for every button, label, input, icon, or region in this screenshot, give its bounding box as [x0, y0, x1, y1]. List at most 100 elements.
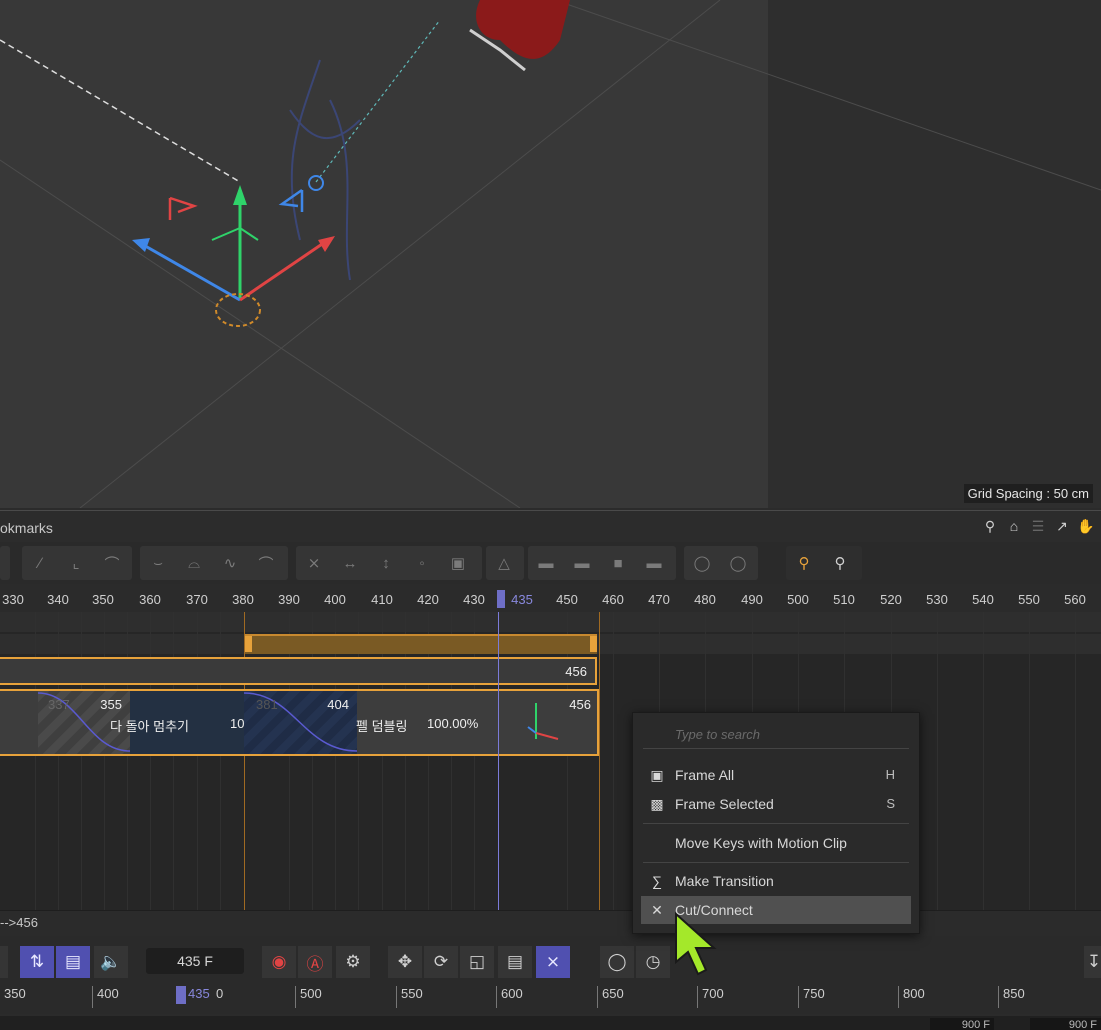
ruler-tick: 750 — [798, 986, 825, 1008]
ruler-tick: 350 — [4, 986, 26, 1001]
transition-region[interactable]: 381 404 — [244, 691, 357, 754]
new-window-icon[interactable]: ↗ — [1053, 517, 1071, 535]
break-tangent-icon[interactable]: ⨯ — [296, 546, 332, 580]
clamp-icon[interactable]: ■ — [600, 546, 636, 580]
overshoot-icon[interactable]: ▬ — [636, 546, 672, 580]
step-interp-icon[interactable]: ⌞ — [58, 546, 94, 580]
ruler-tick: 360 — [139, 592, 161, 607]
ruler-tick: 650 — [597, 986, 624, 1008]
playhead-line[interactable] — [498, 612, 499, 910]
viewport-scene — [0, 0, 1101, 508]
spline-custom-icon[interactable]: ⌒ — [248, 546, 284, 580]
spline-tools: ⌣ ⌓ ∿ ⌒ — [140, 546, 288, 580]
menu-separator — [643, 823, 909, 824]
filter-icon[interactable]: ☰ — [1029, 517, 1047, 535]
spline-ease-in-icon[interactable]: ⌣ — [140, 546, 176, 580]
timer-icon[interactable]: ◷ — [636, 946, 670, 978]
zero-angle-icon[interactable]: ◯ — [684, 546, 720, 580]
auto-tangent-icon[interactable]: △ — [486, 546, 522, 580]
ruler-tick: 550 — [396, 986, 423, 1008]
ruler-tick: 350 — [92, 592, 114, 607]
add-marker-icon[interactable]: ⚲ — [822, 546, 858, 580]
toolbar-group-start — [0, 546, 10, 580]
playhead-handle[interactable] — [497, 590, 505, 608]
rotation-key-icon[interactable]: ⟳ — [424, 946, 458, 978]
auto-tangent-group: △ — [486, 546, 524, 580]
clip-end-frame: 456 — [569, 697, 591, 712]
motion-clip-summary[interactable]: 456 — [0, 657, 597, 685]
menu-item-frame-selected[interactable]: ▩ Frame Selected S — [641, 790, 911, 818]
menu-item-label: Frame All — [675, 767, 735, 783]
grid-spacing-label: Grid Spacing : 50 cm — [963, 484, 1093, 503]
key-lock-icon[interactable]: ▣ — [440, 546, 476, 580]
status-text: -->456 — [0, 915, 38, 930]
keyframe-settings-icon[interactable]: ⚙ — [336, 946, 370, 978]
ruler-tick: 540 — [972, 592, 994, 607]
powerslider-ruler[interactable]: 350 400 435 0 500 550 600 650 700 750 80… — [0, 984, 1101, 1014]
status-bar: -->456 — [0, 910, 1101, 935]
ease-interp-icon[interactable]: ⌒ — [94, 546, 130, 580]
zero-tools: ◯ ◯ — [684, 546, 758, 580]
make-transition-icon: ∑ — [652, 873, 662, 889]
menu-search-input[interactable]: Type to search — [643, 721, 909, 749]
position-key-icon[interactable]: ✥ — [388, 946, 422, 978]
ruler-tick: 430 — [463, 592, 485, 607]
lock-key-time-icon[interactable]: ▬ — [564, 546, 600, 580]
time-ruler[interactable]: 330 340 350 360 370 380 390 400 410 420 … — [0, 586, 1101, 613]
preview-end-field[interactable]: 900 F — [930, 1018, 994, 1030]
scene-end-field[interactable]: 900 F — [1030, 1018, 1101, 1030]
menu-shortcut: S — [886, 796, 895, 811]
range-end-handle[interactable] — [590, 636, 597, 652]
point-level-icon[interactable]: ⨯ — [536, 946, 570, 978]
spline-ease-out-icon[interactable]: ⌓ — [176, 546, 212, 580]
ruler-tick: 500 — [295, 986, 322, 1008]
parameter-key-icon[interactable]: ▤ — [498, 946, 532, 978]
range-start-handle[interactable] — [245, 636, 252, 652]
expand-icon[interactable]: ↧ — [1084, 946, 1101, 978]
lock-key-value-icon[interactable]: ▬ — [528, 546, 564, 580]
current-frame-field[interactable]: 435 F — [146, 948, 244, 974]
menu-separator — [643, 862, 909, 863]
ruler-tick: 800 — [898, 986, 925, 1008]
ruler-tick: 340 — [47, 592, 69, 607]
transport-edge-button[interactable] — [0, 946, 8, 978]
ruler-tick: 490 — [741, 592, 763, 607]
scale-key-icon[interactable]: ◱ — [460, 946, 494, 978]
hand-icon[interactable]: ✋ — [1077, 517, 1095, 535]
auto-keying-icon[interactable]: ▤ — [56, 946, 90, 978]
ruler-tick: 370 — [186, 592, 208, 607]
key-remove-icon[interactable]: ◦ — [404, 546, 440, 580]
context-menu: Type to search ▣ Frame All H ▩ Frame Sel… — [632, 712, 920, 934]
motion-clip-track[interactable]: 337 355 다 돌아 멈추기 100.00% 381 404 펠 덤블링 1… — [0, 689, 599, 756]
marker-icon[interactable]: ⚲ — [786, 546, 822, 580]
zero-length-icon[interactable]: ◯ — [720, 546, 756, 580]
mouse-icon[interactable]: ◯ — [600, 946, 634, 978]
ruler-tick: 510 — [833, 592, 855, 607]
mouse-cursor-icon — [675, 912, 717, 976]
3d-viewport[interactable]: Grid Spacing : 50 cm — [0, 0, 1101, 508]
lock-tangent-angle-icon[interactable]: ↔ — [332, 546, 368, 580]
search-icon[interactable]: ⚲ — [981, 517, 999, 535]
menu-item-move-keys[interactable]: Move Keys with Motion Clip — [641, 829, 911, 857]
home-icon[interactable]: ⌂ — [1005, 517, 1023, 535]
loop-icon[interactable]: ⇅ — [20, 946, 54, 978]
clip-thumbnail — [527, 703, 559, 740]
preview-range-bar[interactable] — [245, 634, 597, 654]
linear-interp-icon[interactable]: ∕ — [22, 546, 58, 580]
ruler-tick: 500 — [787, 592, 809, 607]
spline-ease-both-icon[interactable]: ∿ — [212, 546, 248, 580]
menu-item-frame-all[interactable]: ▣ Frame All H — [641, 761, 911, 789]
ruler-tick: 520 — [880, 592, 902, 607]
sound-icon[interactable]: 🔈 — [94, 946, 128, 978]
ruler-tick: 0 — [216, 986, 224, 1001]
bookmarks-tab-label[interactable]: okmarks — [0, 520, 53, 536]
ruler-tick: 400 — [92, 986, 119, 1008]
record-icon[interactable]: ◉ — [262, 946, 296, 978]
ruler-tick: 600 — [496, 986, 523, 1008]
clip-end-frame: 456 — [565, 664, 587, 679]
lock-tangent-length-icon[interactable]: ↕ — [368, 546, 404, 580]
ruler-tick: 450 — [556, 592, 578, 607]
autokey-icon[interactable]: Ⓐ — [298, 946, 332, 978]
menu-item-make-transition[interactable]: ∑ Make Transition — [641, 867, 911, 895]
menu-item-label: Frame Selected — [675, 796, 774, 812]
